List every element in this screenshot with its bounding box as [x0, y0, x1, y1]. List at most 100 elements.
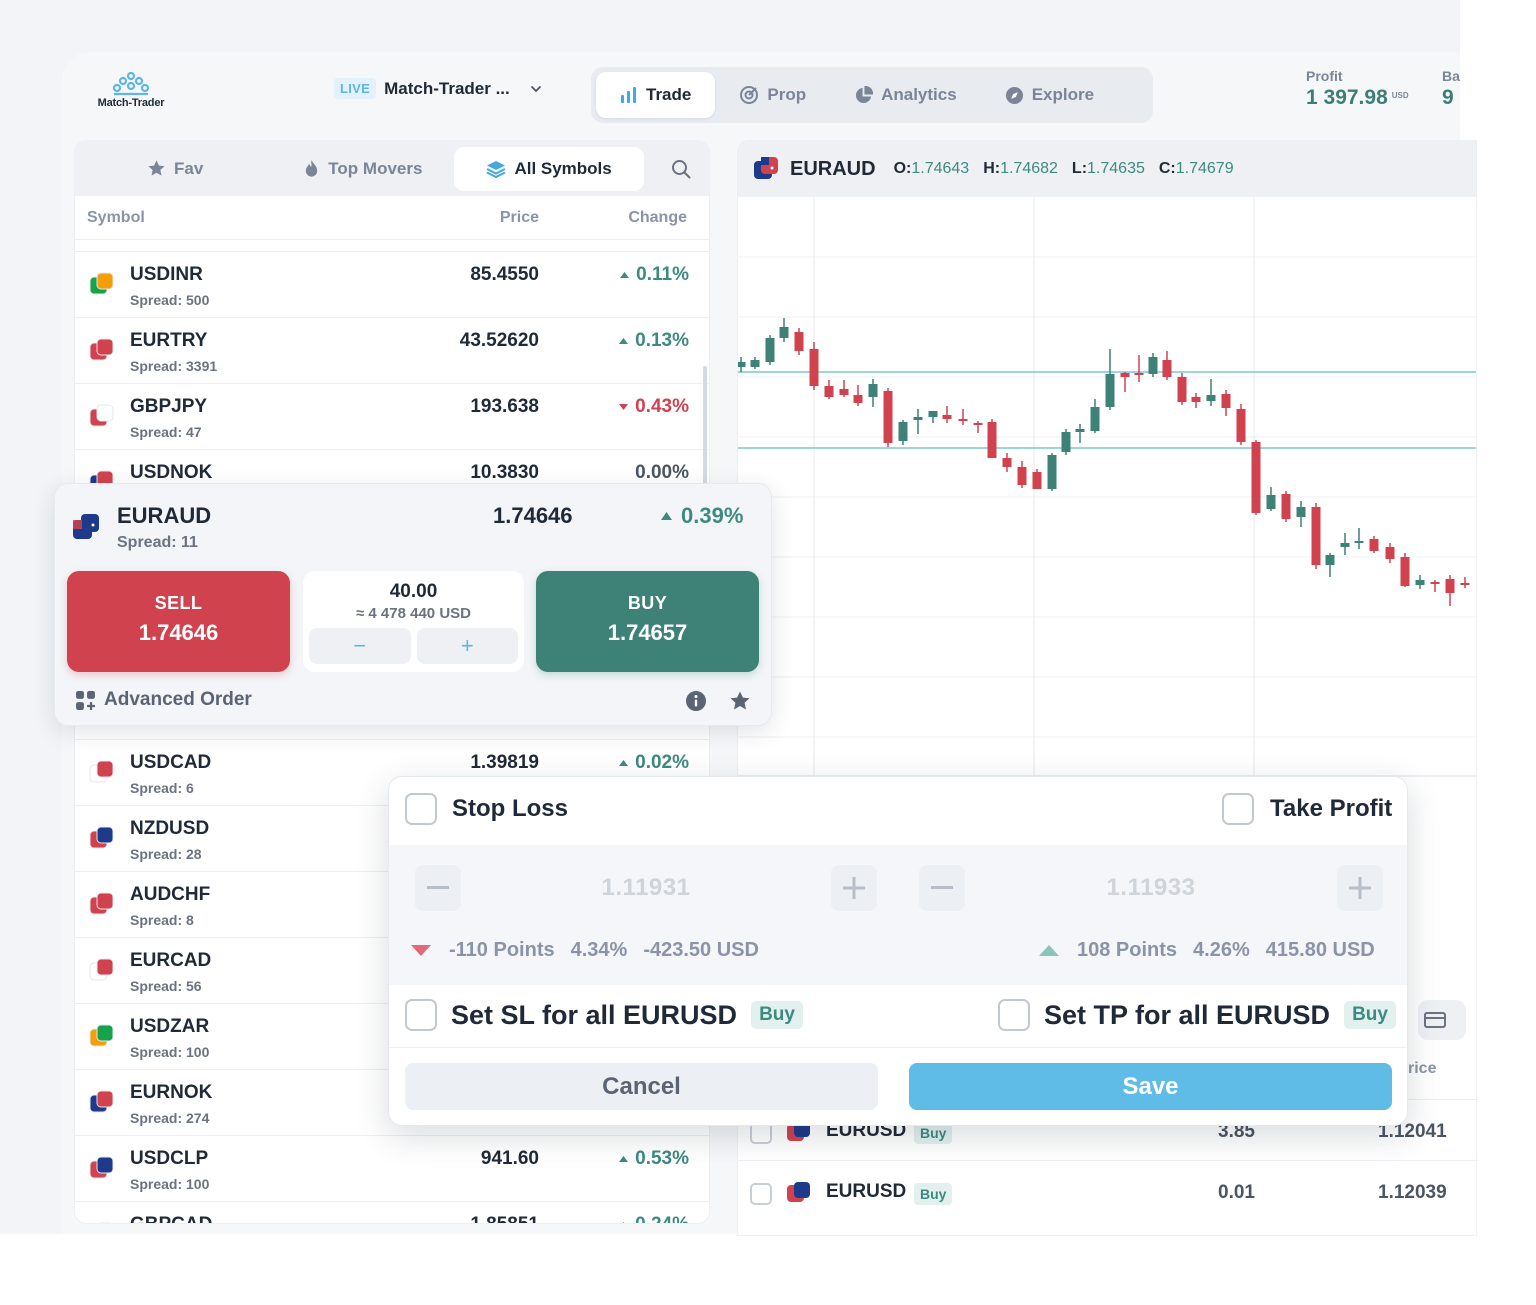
symbol-spread: Spread: 274	[130, 1110, 210, 1126]
quantity-decrease-button[interactable]: −	[309, 628, 411, 664]
candle	[1251, 442, 1261, 513]
profit-label: Profit	[1306, 68, 1343, 84]
take-profit-decrease-button[interactable]	[919, 865, 965, 911]
candle	[1445, 579, 1455, 593]
candlestick-chart[interactable]	[738, 197, 1477, 776]
trade-spread: Spread: 11	[117, 534, 198, 551]
position-volume: 0.01	[1218, 1182, 1255, 1203]
set-sl-all-option[interactable]: Set SL for all EURUSD Buy	[405, 999, 803, 1031]
candle	[1221, 394, 1231, 408]
symbol-row[interactable]: USDINR Spread: 500 85.4550 0.11%	[75, 251, 709, 316]
stop-loss-stepper[interactable]: 1.11931	[415, 863, 877, 913]
tab-fav[interactable]: Fav	[81, 147, 225, 191]
quick-trade-card: EURAUD Spread: 11 1.74646 0.39% SELL 1.7…	[54, 483, 772, 726]
main-nav: Trade Prop Analytics Explore	[591, 67, 1153, 123]
candle	[958, 419, 968, 421]
candle	[1354, 541, 1364, 543]
pie-chart-icon	[856, 85, 874, 103]
stop-loss-checkbox[interactable]	[405, 793, 437, 825]
symbol-row[interactable]: USDCLP Spread: 100 941.60 0.53%	[75, 1135, 709, 1200]
caret-up-icon	[619, 1156, 629, 1162]
stop-loss-points: -110 Points	[449, 939, 555, 961]
caret-up-icon	[619, 760, 629, 766]
symbol-change: 0.53%	[619, 1148, 689, 1170]
take-profit-checkbox[interactable]	[1222, 793, 1254, 825]
nav-tab-analytics[interactable]: Analytics	[830, 72, 981, 118]
tab-all-symbols[interactable]: All Symbols	[454, 146, 644, 191]
symbol-row[interactable]: GBPJPY Spread: 47 193.638 0.43%	[75, 383, 709, 448]
column-change[interactable]: Change	[539, 209, 687, 227]
candle	[987, 422, 997, 458]
column-price[interactable]: Price	[375, 209, 539, 227]
set-tp-all-option[interactable]: Set TP for all EURUSD Buy	[998, 999, 1396, 1031]
candle	[794, 332, 804, 351]
search-button[interactable]	[659, 147, 703, 191]
chart-header: EURAUD O:1.74643 H:1.74682 L:1.74635 C:1…	[738, 141, 1476, 197]
quantity-increase-button[interactable]: +	[416, 628, 518, 664]
symbol-name: USDZAR	[130, 1016, 210, 1037]
trade-symbol: EURAUD	[117, 503, 212, 528]
buy-tag: Buy	[751, 1001, 803, 1029]
tab-top-movers[interactable]: Top Movers	[225, 147, 454, 191]
position-checkbox[interactable]	[750, 1183, 772, 1205]
info-icon[interactable]	[685, 690, 707, 712]
candle	[809, 349, 819, 386]
candle	[1460, 583, 1470, 585]
candle	[1266, 495, 1276, 509]
candle	[1061, 432, 1071, 452]
eurtry-flag-icon	[89, 338, 114, 361]
nav-tab-prop[interactable]: Prop	[715, 72, 830, 118]
nav-tab-trade[interactable]: Trade	[596, 72, 716, 118]
candle	[1430, 582, 1440, 584]
take-profit-title: Take Profit	[1270, 795, 1393, 822]
stop-loss-increase-button[interactable]	[831, 865, 877, 911]
symbol-row[interactable]: GBPCAD 1.85851 0.24%	[75, 1201, 709, 1223]
scrollbar[interactable]	[703, 366, 707, 496]
quantity-stepper[interactable]: 40.00 ≈ 4 478 440 USD − +	[303, 571, 524, 672]
match-trader-logo[interactable]: Match-Trader	[90, 70, 172, 114]
set-tp-all-checkbox[interactable]	[998, 999, 1030, 1031]
advanced-order-button[interactable]: Advanced Order	[75, 689, 252, 711]
candle	[839, 389, 849, 395]
nav-tab-label: Prop	[767, 85, 807, 104]
set-sl-all-checkbox[interactable]	[405, 999, 437, 1031]
column-symbol[interactable]: Symbol	[75, 209, 375, 227]
quantity-value[interactable]: 40.00	[303, 581, 524, 603]
nav-tab-explore[interactable]: Explore	[981, 72, 1118, 118]
ohlc-close: C:1.74679	[1158, 160, 1234, 177]
candle	[883, 391, 893, 443]
positions-card-button[interactable]	[1418, 1000, 1466, 1040]
symbol-spread: Spread: 100	[130, 1044, 210, 1060]
bar-chart-icon	[621, 87, 636, 103]
stop-loss-decrease-button[interactable]	[415, 865, 461, 911]
take-profit-increase-button[interactable]	[1337, 865, 1383, 911]
positions-column-price[interactable]: rice	[1408, 1060, 1436, 1078]
take-profit-percent: 4.26%	[1193, 939, 1250, 961]
symbol-price: 85.4550	[470, 264, 539, 285]
candle	[1047, 455, 1057, 489]
candle	[1075, 429, 1085, 432]
trade-change-value: 0.39%	[681, 503, 744, 528]
symbol-row[interactable]: EURTRY Spread: 3391 43.52620 0.13%	[75, 317, 709, 382]
candle	[1134, 373, 1144, 375]
take-profit-stepper[interactable]: 1.11933	[919, 863, 1383, 913]
grid-plus-icon	[76, 690, 95, 710]
save-button[interactable]: Save	[909, 1063, 1392, 1110]
search-icon	[672, 159, 691, 178]
candle	[738, 362, 746, 367]
cancel-button[interactable]: Cancel	[405, 1063, 878, 1110]
buy-button[interactable]: BUY 1.74657	[536, 571, 759, 672]
account-selector[interactable]: LIVE Match-Trader ...	[334, 78, 542, 99]
candle	[824, 386, 834, 397]
sell-button[interactable]: SELL 1.74646	[67, 571, 290, 672]
symbol-change: 0.43%	[619, 396, 689, 418]
position-row[interactable]: EURUSD Buy 0.01 1.12039	[738, 1160, 1478, 1226]
candle	[750, 360, 760, 367]
take-profit-input[interactable]: 1.11933	[965, 874, 1337, 902]
logo-text: Match-Trader	[97, 97, 165, 109]
symbol-spread: Spread: 28	[130, 846, 202, 862]
candle	[1415, 580, 1425, 585]
stop-loss-input[interactable]: 1.11931	[461, 874, 831, 902]
quantity-usd: ≈ 4 478 440 USD	[356, 605, 471, 622]
star-icon[interactable]	[729, 690, 751, 712]
